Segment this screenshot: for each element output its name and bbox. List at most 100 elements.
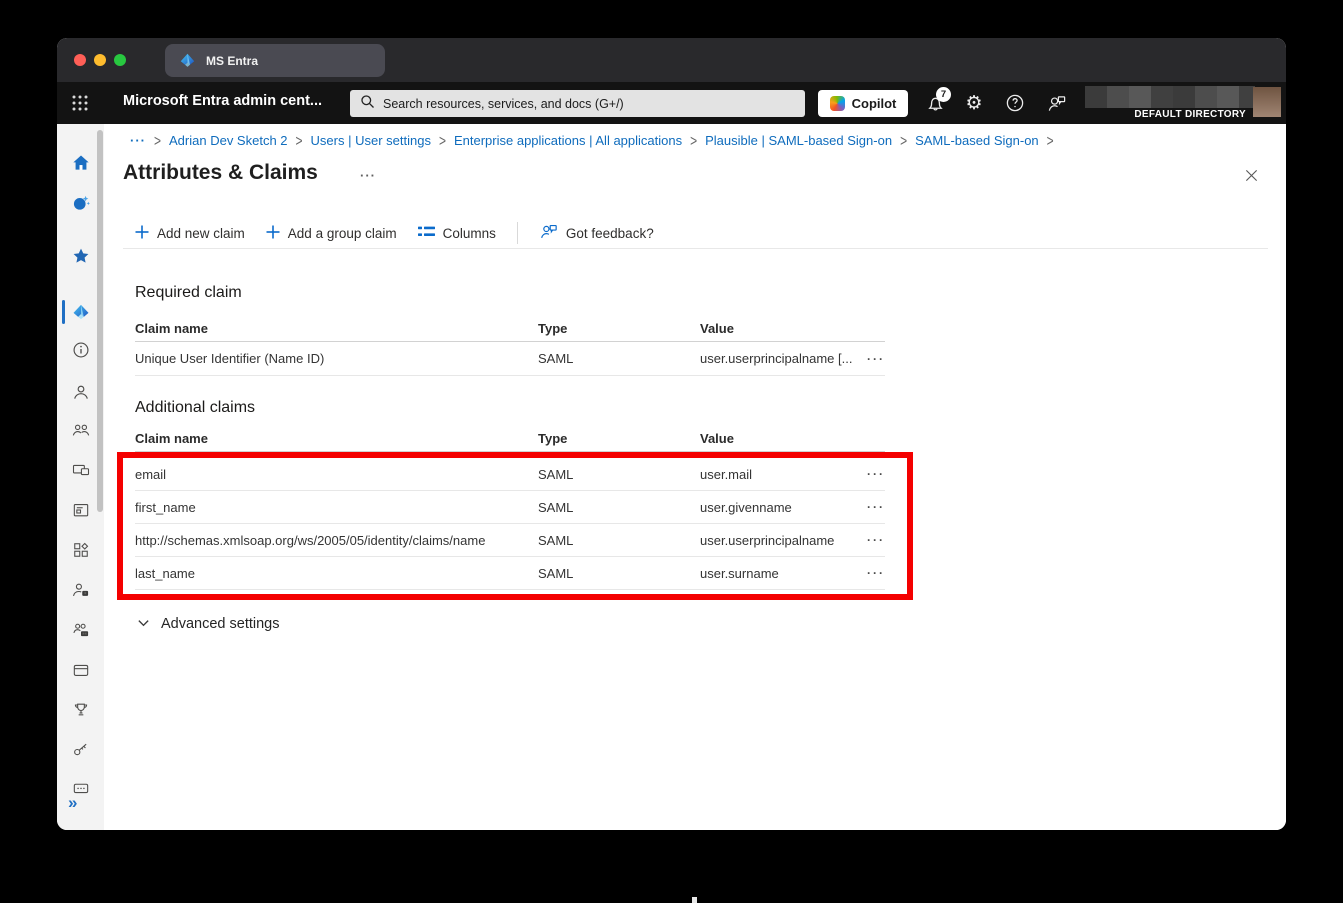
column-header-value[interactable]: Value [700, 431, 860, 446]
enterprise-apps-icon[interactable] [70, 659, 91, 680]
table-row-name-uri[interactable]: http://schemas.xmlsoap.org/ws/2005/05/id… [135, 524, 885, 557]
table-row-email[interactable]: email SAML user.mail ··· [135, 458, 885, 491]
claim-value-cell: user.userprincipalname [700, 533, 860, 548]
entra-header: Microsoft Entra admin cent... Copilot 7 … [57, 82, 1286, 124]
entitlement-trophy-icon[interactable] [70, 699, 91, 720]
app-title[interactable]: Microsoft Entra admin cent... [123, 93, 322, 109]
notification-badge: 7 [936, 87, 951, 102]
notifications-bell-icon[interactable]: 7 [923, 91, 947, 115]
column-header-claim-name[interactable]: Claim name [135, 321, 538, 336]
window-zoom-button[interactable] [114, 54, 126, 66]
add-group-claim-label: Add a group claim [288, 226, 397, 241]
column-header-type[interactable]: Type [538, 431, 700, 446]
add-new-claim-label: Add new claim [157, 226, 245, 241]
additional-claims-table: Claim name Type Value email SAML user.ma… [135, 426, 885, 590]
app-launcher-icon[interactable] [70, 93, 90, 118]
breadcrumb-overflow-menu[interactable]: ··· [130, 133, 146, 148]
feedback-person-icon [539, 223, 558, 243]
plus-icon [266, 225, 280, 242]
copilot-icon [830, 96, 845, 111]
advanced-settings-toggle[interactable]: Advanced settings [137, 616, 280, 632]
columns-button[interactable]: Columns [418, 225, 496, 241]
row-menu-icon[interactable]: ··· [860, 352, 885, 366]
breadcrumb-item-users[interactable]: Users | User settings [311, 133, 431, 148]
breadcrumb-item-enterprise-apps[interactable]: Enterprise applications | All applicatio… [454, 133, 682, 148]
sidebar-scrollbar[interactable] [97, 130, 103, 512]
plus-icon [135, 225, 149, 242]
got-feedback-label: Got feedback? [566, 226, 654, 241]
table-row-last-name[interactable]: last_name SAML user.surname ··· [135, 557, 885, 590]
column-header-type[interactable]: Type [538, 321, 700, 336]
nav-selection-indicator [62, 300, 65, 324]
claim-type-cell: SAML [538, 351, 700, 366]
window-minimize-button[interactable] [94, 54, 106, 66]
got-feedback-button[interactable]: Got feedback? [539, 223, 654, 243]
add-new-claim-button[interactable]: Add new claim [135, 225, 245, 242]
row-menu-icon[interactable]: ··· [860, 566, 885, 580]
claim-type-cell: SAML [538, 566, 700, 581]
claim-type-cell: SAML [538, 500, 700, 515]
roles-admins-icon[interactable] [70, 579, 91, 600]
row-menu-icon[interactable]: ··· [860, 533, 885, 547]
chevron-down-icon [137, 616, 150, 632]
breadcrumb: ··· > Adrian Dev Sketch 2 > Users | User… [130, 133, 1054, 148]
protection-key-icon[interactable] [70, 739, 91, 760]
entra-favicon [179, 52, 196, 69]
dock-indicator [692, 897, 697, 903]
chevron-right-icon: > [900, 131, 907, 149]
toolbar-divider [517, 222, 518, 244]
columns-label: Columns [443, 226, 496, 241]
page-title: Attributes & Claims [123, 161, 318, 185]
favorites-star-icon[interactable] [70, 245, 91, 266]
chevron-right-icon: > [154, 131, 161, 149]
left-nav: » [57, 124, 104, 830]
close-icon[interactable] [1240, 164, 1262, 186]
claim-type-cell: SAML [538, 467, 700, 482]
copilot-button[interactable]: Copilot [818, 90, 908, 117]
table-row-nameid[interactable]: Unique User Identifier (Name ID) SAML us… [135, 342, 885, 376]
claim-type-cell: SAML [538, 533, 700, 548]
info-icon[interactable] [70, 339, 91, 360]
devices-icon[interactable] [70, 459, 91, 480]
column-header-value[interactable]: Value [700, 321, 860, 336]
applications-icon[interactable] [70, 499, 91, 520]
table-header-row: Claim name Type Value [135, 426, 885, 452]
window-controls [74, 54, 126, 66]
table-header-row: Claim name Type Value [135, 316, 885, 342]
chevron-right-icon: > [1047, 131, 1054, 149]
search-input[interactable] [383, 97, 763, 111]
columns-icon [418, 225, 435, 241]
account-name-redacted [1085, 86, 1255, 108]
copilot-sparkle-icon[interactable] [70, 192, 91, 213]
external-identities-icon[interactable] [70, 619, 91, 640]
table-row-first-name[interactable]: first_name SAML user.givenname ··· [135, 491, 885, 524]
column-header-claim-name[interactable]: Claim name [135, 431, 538, 446]
add-group-claim-button[interactable]: Add a group claim [266, 225, 397, 242]
app-registrations-icon[interactable] [70, 539, 91, 560]
breadcrumb-item-plausible[interactable]: Plausible | SAML-based Sign-on [705, 133, 892, 148]
claim-value-cell: user.userprincipalname [... [700, 351, 860, 366]
global-search[interactable] [350, 90, 805, 117]
groups-icon[interactable] [70, 419, 91, 440]
row-menu-icon[interactable]: ··· [860, 500, 885, 514]
breadcrumb-item-saml-signon[interactable]: SAML-based Sign-on [915, 133, 1039, 148]
browser-tab[interactable]: MS Entra [165, 44, 385, 77]
expand-icon[interactable]: » [68, 793, 77, 813]
avatar[interactable] [1253, 87, 1281, 117]
claim-value-cell: user.givenname [700, 500, 860, 515]
breadcrumb-item-directory[interactable]: Adrian Dev Sketch 2 [169, 133, 288, 148]
claim-name-cell: Unique User Identifier (Name ID) [135, 351, 538, 366]
search-icon [360, 94, 375, 114]
home-icon[interactable] [70, 152, 91, 173]
page-title-menu[interactable]: ··· [360, 168, 376, 183]
settings-gear-icon[interactable]: ⚙ [962, 91, 986, 115]
row-menu-icon[interactable]: ··· [860, 467, 885, 481]
required-claim-table: Claim name Type Value Unique User Identi… [135, 316, 885, 376]
directory-label: DEFAULT DIRECTORY [1017, 109, 1246, 120]
users-icon[interactable] [70, 381, 91, 402]
claim-name-cell: last_name [135, 566, 538, 581]
chevron-right-icon: > [439, 131, 446, 149]
window-close-button[interactable] [74, 54, 86, 66]
main-content: ··· > Adrian Dev Sketch 2 > Users | User… [104, 124, 1286, 830]
entra-identity-icon[interactable] [70, 301, 91, 322]
